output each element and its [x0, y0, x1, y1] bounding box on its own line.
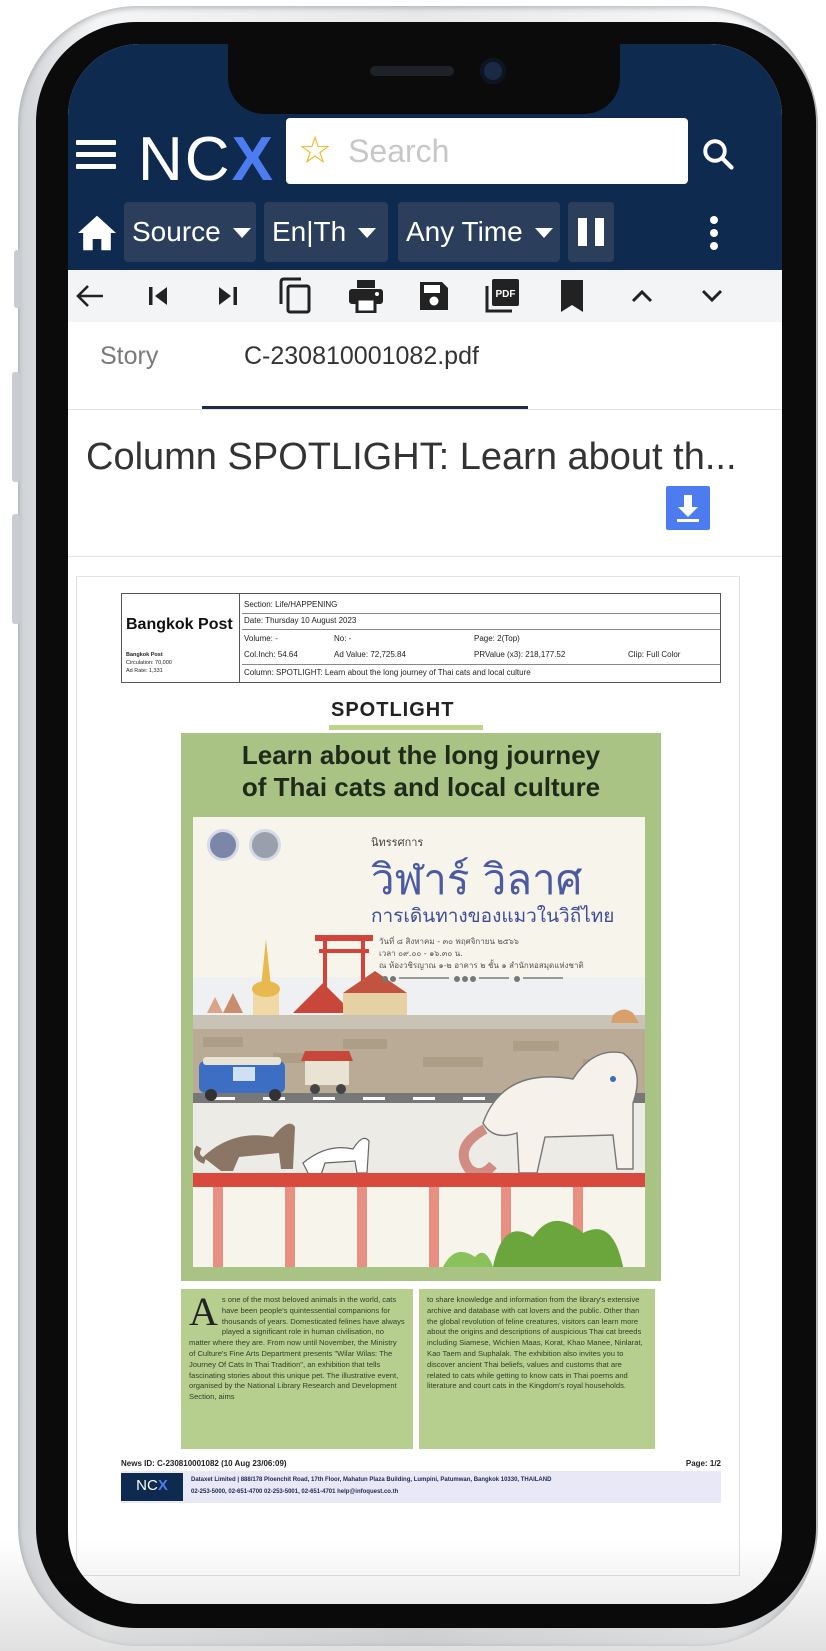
meta-ad-value: Ad Value: 72,725.84 — [334, 650, 406, 659]
chevron-down-icon — [534, 228, 553, 238]
phone-volume-down-button — [12, 514, 20, 624]
save-icon[interactable] — [414, 276, 454, 316]
headline-line-2: of Thai cats and local culture — [241, 772, 601, 802]
source-filter-label: Source — [132, 216, 221, 247]
last-page-icon[interactable] — [208, 276, 248, 316]
chevron-down-icon — [358, 228, 377, 238]
language-filter-dropdown[interactable]: En|Th — [264, 202, 388, 262]
meta-section: Section: Life/HAPPENING — [244, 600, 338, 609]
meta-volume: Volume: - — [244, 634, 278, 643]
spotlight-underline — [329, 725, 483, 730]
phone-notch — [228, 44, 620, 114]
meta-no: No: - — [334, 634, 352, 643]
time-filter-dropdown[interactable]: Any Time — [398, 202, 560, 262]
phone-screen: NCX ☆ Source En|Th Any Time — [68, 44, 782, 1604]
spotlight-heading: SPOTLIGHT — [331, 699, 455, 721]
ncx-logo[interactable]: NCX — [138, 124, 275, 195]
menu-icon[interactable] — [76, 140, 116, 172]
article-column-right: to share knowledge and information from … — [419, 1289, 655, 1449]
download-icon — [677, 495, 699, 522]
circulation: Circulation: 70,000 — [126, 660, 172, 666]
search-input[interactable] — [348, 132, 649, 170]
copy-icon[interactable] — [276, 276, 316, 316]
back-arrow-icon[interactable] — [70, 276, 110, 316]
front-camera — [480, 58, 506, 84]
language-filter-label: En|Th — [272, 216, 347, 247]
chevron-down-icon — [232, 228, 251, 238]
exhibition-poster: นิทรรศการ วิฬาร์ วิลาศ การเดินทางของแมวใ… — [193, 817, 645, 1267]
bookmark-icon[interactable] — [552, 276, 592, 316]
pdf-badge-text: PDF — [496, 289, 516, 300]
footer-ncx-logo: NCX — [121, 1473, 183, 1501]
meta-divider — [242, 629, 720, 630]
tab-story[interactable]: Story — [100, 342, 158, 371]
headline-line-1: Learn about the long journey — [241, 740, 601, 770]
chevron-up-icon[interactable] — [622, 276, 662, 316]
home-icon[interactable] — [76, 214, 118, 252]
footer-contacts: 02-253-5000, 02-651-4700 02-253-5001, 02… — [191, 1489, 399, 1495]
article-text-right: to share knowledge and information from … — [427, 1295, 643, 1391]
news-id: News ID: C-230810001082 (10 Aug 23/06:09… — [121, 1459, 287, 1468]
footer-address: Dataxet Limited | 888/178 Ploenchit Road… — [191, 1477, 552, 1483]
poster-illustration — [193, 935, 645, 1267]
more-options-icon[interactable] — [710, 216, 720, 256]
pdf-icon[interactable]: PDF — [482, 276, 522, 316]
clipping-meta: Section: Life/HAPPENING Date: Thursday 1… — [242, 594, 720, 682]
pdf-viewer[interactable]: Bangkok Post Bangkok Post Circulation: 7… — [76, 576, 740, 1576]
tab-pdf[interactable]: C-230810001082.pdf — [244, 342, 479, 371]
publication-name: Bangkok Post — [126, 616, 233, 633]
meta-date: Date: Thursday 10 August 2023 — [244, 616, 357, 625]
page-title: Column SPOTLIGHT: Learn about th... — [86, 436, 737, 478]
source-filter-dropdown[interactable]: Source — [124, 202, 256, 262]
meta-clip: Clip: Full Color — [628, 650, 681, 659]
publication-block: Bangkok Post Bangkok Post Circulation: 7… — [122, 594, 240, 682]
title-divider — [68, 556, 782, 557]
speaker-grille — [370, 66, 454, 76]
chevron-down-icon[interactable] — [692, 276, 732, 316]
ad-rate: Ad Rate: 1,331 — [126, 668, 163, 674]
meta-divider — [242, 613, 720, 614]
document-toolbar: PDF — [68, 270, 782, 322]
article-dropcap: A — [189, 1289, 218, 1334]
publication-small: Bangkok Post — [126, 652, 163, 658]
view-tabs: Story C-230810001082.pdf — [68, 322, 782, 410]
meta-column: Column: SPOTLIGHT: Learn about the long … — [244, 668, 531, 677]
clipping-info-box: Bangkok Post Bangkok Post Circulation: 7… — [121, 593, 721, 683]
filter-row: Source En|Th Any Time — [68, 202, 782, 262]
meta-divider — [242, 664, 720, 665]
print-icon[interactable] — [346, 276, 386, 316]
time-filter-label: Any Time — [406, 216, 523, 247]
feature-headline: Learn about the long journey of Thai cat… — [181, 739, 661, 803]
phone-volume-up-button — [12, 372, 20, 482]
search-box[interactable]: ☆ — [286, 118, 688, 184]
download-button[interactable] — [666, 486, 710, 530]
meta-col-inch: Col.Inch: 54.64 — [244, 650, 298, 659]
tabs-divider — [68, 409, 782, 410]
page-number: Page: 1/2 — [685, 1459, 721, 1468]
meta-pr-value: PRValue (x3): 218,177.52 — [474, 650, 566, 659]
meta-page: Page: 2(Top) — [474, 634, 520, 643]
footer-bar: NCX Dataxet Limited | 888/178 Ploenchit … — [121, 1471, 721, 1503]
first-page-icon[interactable] — [138, 276, 178, 316]
article-text-left: s one of the most beloved animals in the… — [189, 1295, 405, 1402]
article-column-left: A s one of the most beloved animals in t… — [181, 1289, 413, 1449]
pause-button[interactable] — [568, 202, 614, 262]
star-icon[interactable]: ☆ — [298, 132, 332, 170]
search-icon[interactable] — [700, 136, 736, 172]
phone-side-button — [14, 250, 22, 308]
